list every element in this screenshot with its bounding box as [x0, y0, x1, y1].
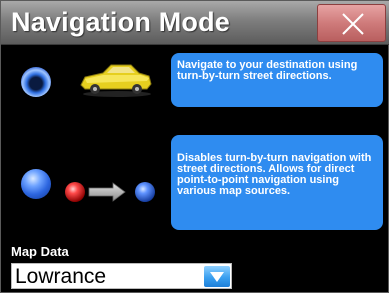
dropdown-arrow-button[interactable] [204, 266, 230, 287]
radio-point-to-point[interactable] [21, 169, 51, 199]
turn-by-turn-description: Navigate to your destination using turn-… [171, 53, 383, 107]
map-data-label: Map Data [11, 244, 69, 259]
navigation-mode-dialog: Navigation Mode Navigate to your destina… [0, 0, 389, 293]
radio-turn-by-turn[interactable] [21, 67, 51, 97]
close-button[interactable] [317, 4, 386, 42]
dialog-title: Navigation Mode [11, 7, 231, 37]
close-icon [342, 13, 364, 35]
car-icon [80, 64, 152, 97]
map-data-dropdown[interactable]: Lowrance [11, 263, 232, 289]
title-bar: Navigation Mode [1, 1, 389, 45]
map-data-value: Lowrance [15, 265, 107, 288]
chevron-down-icon [210, 272, 224, 282]
point-to-point-route-icon [65, 182, 155, 202]
point-to-point-description: Disables turn-by-turn navigation with st… [171, 135, 383, 230]
